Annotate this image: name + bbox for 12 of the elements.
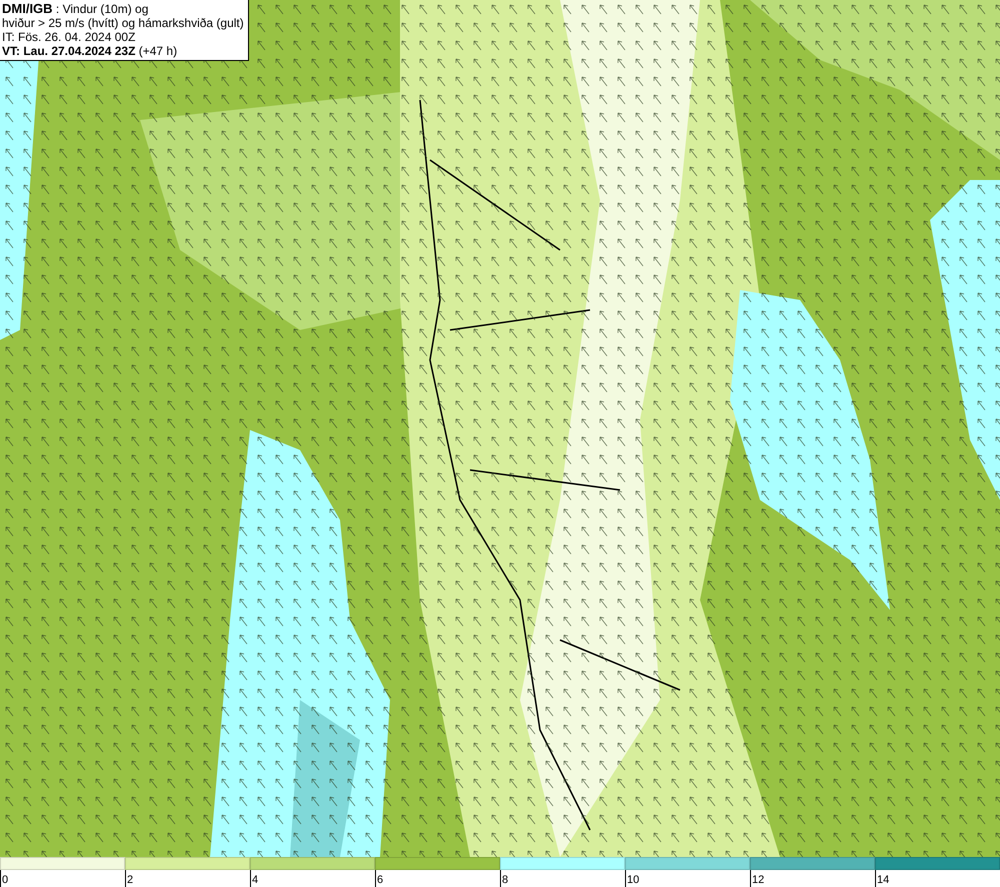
legend-tick-label: 6 (377, 874, 384, 887)
legend-tick-label: 0 (2, 874, 8, 887)
map-title: DMI/IGB : Vindur (10m) og (2, 2, 150, 16)
valid-time: VT: Lau. 27.04.2024 23Z (+47 h) (2, 44, 178, 58)
legend-tick-label: 14 (877, 874, 890, 887)
legend-tick-label: 12 (752, 874, 764, 887)
legend-tick-label: 2 (127, 874, 134, 887)
legend-tick-label: 10 (627, 874, 640, 887)
issue-time: IT: Fös. 26. 04. 2024 00Z (2, 30, 136, 44)
map-subtitle: hviður > 25 m/s (hvítt) og hámarkshviða (gult) (2, 16, 244, 30)
legend-tick-label: 4 (252, 874, 258, 887)
legend-tick-label: 8 (502, 874, 508, 887)
